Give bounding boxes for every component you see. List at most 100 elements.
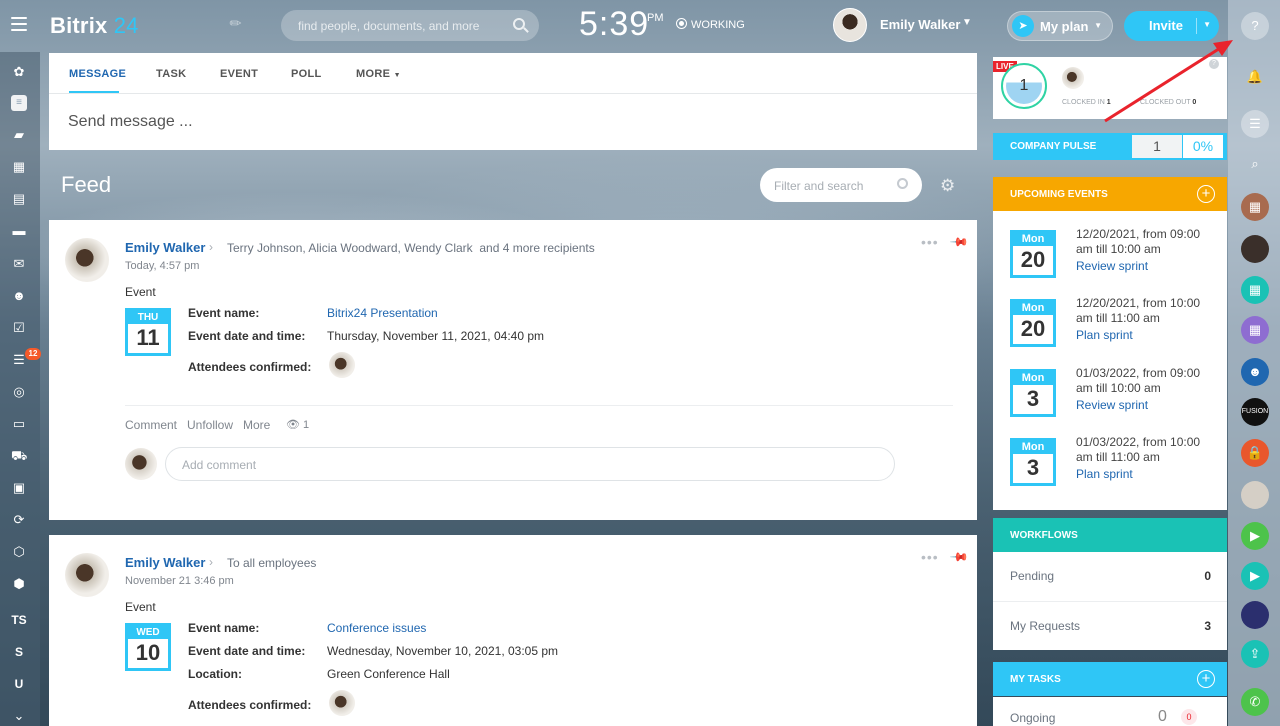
chevron-down-icon: ▼ [1203,20,1211,29]
package-icon[interactable]: ⬢ [11,576,27,592]
sidebar-item-s[interactable]: S [11,644,27,660]
search-icon[interactable] [513,18,525,30]
event-link[interactable]: Review sprint [1076,259,1148,273]
calendar-chat-icon[interactable]: ▦ [1241,316,1269,344]
search-placeholder: find people, documents, and more [298,19,480,33]
box-icon[interactable]: ⬡ [11,544,27,560]
target-icon[interactable]: ◎ [11,384,27,400]
help-icon[interactable]: ? [1241,12,1269,40]
phone-icon[interactable]: ✆ [1241,688,1269,716]
bell-icon[interactable]: 🔔 [1241,63,1269,91]
add-icon[interactable]: + [1197,185,1215,203]
my-tasks-header[interactable]: MY TASKS + [993,662,1227,696]
more-icon[interactable]: ⌄ [11,708,27,724]
post-recipients[interactable]: Terry Johnson, Alicia Woodward, Wendy Cl… [227,241,595,255]
location-label: Location: [188,667,242,681]
add-icon[interactable]: + [1197,670,1215,688]
group-chat-icon[interactable]: ☻ [1241,358,1269,386]
message-input[interactable]: Send message ... [68,113,193,131]
mail-icon[interactable]: ✉ [11,256,27,272]
live-counter: 1 [1001,63,1047,109]
upcoming-events-header[interactable]: UPCOMING EVENTS + [993,177,1227,211]
sites-icon[interactable]: ✿ [11,64,27,80]
logo[interactable]: Bitrix 24 [50,13,139,39]
my-tasks-list[interactable]: Ongoing 0 0 [993,697,1227,726]
post-recipients[interactable]: To all employees [227,556,316,570]
comment-input[interactable]: Add comment [165,447,895,481]
calendar-chat-icon[interactable]: ▦ [1241,193,1269,221]
drive-icon[interactable]: ▬ [11,223,27,239]
workflows-header[interactable]: WORKFLOWS [993,518,1227,552]
more-options-icon[interactable]: ••• [921,234,939,250]
pin-icon[interactable]: 📌 [949,547,969,567]
feed-icon[interactable]: ≡ [11,95,27,111]
event-name-link[interactable]: Conference issues [327,621,426,635]
video-call-icon[interactable]: ▶ [1241,522,1269,550]
tasks-badge: 0 [1181,709,1197,725]
avatar[interactable] [65,238,109,282]
tab-message[interactable]: MESSAGE [69,68,126,80]
groups-icon[interactable]: ☻ [11,288,27,304]
tab-event[interactable]: EVENT [220,68,258,80]
document-icon[interactable]: ▤ [11,191,27,207]
tasks-icon[interactable]: ☑ [11,320,27,336]
post-author[interactable]: Emily Walker [125,555,205,570]
work-status[interactable]: WORKING [676,17,745,31]
pin-icon[interactable]: 📌 [949,232,969,252]
menu-icon[interactable] [11,17,27,31]
event-time: 12/20/2021, from 09:00 am till 10:00 am [1076,227,1201,256]
avatar[interactable] [1241,481,1269,509]
avatar[interactable] [65,553,109,597]
attendee-avatar[interactable] [329,352,355,378]
post-date[interactable]: November 21 3:46 pm [125,575,234,587]
tab-more[interactable]: MORE ▼ [356,68,401,80]
more-button[interactable]: More [243,418,270,432]
attendee-avatar[interactable] [329,690,355,716]
pencil-icon[interactable]: ✎ [226,13,246,33]
gear-icon[interactable]: ⚙ [940,176,955,196]
calendar-icon[interactable]: ▦ [11,159,27,175]
video-call-icon[interactable]: ▶ [1241,562,1269,590]
cart-icon[interactable]: ⛟ [11,448,27,464]
tab-poll[interactable]: POLL [291,68,322,80]
filter-search-input[interactable]: Filter and search [760,168,922,202]
event-date-label: Event date and time: [188,329,306,343]
chat-icon[interactable]: ▰ [11,127,27,143]
contact-card-icon[interactable]: ▣ [11,480,27,496]
avatar[interactable] [833,8,867,42]
post-date[interactable]: Today, 4:57 pm [125,260,199,272]
chevron-down-icon[interactable]: ▼ [962,17,972,28]
sidebar-item-u[interactable]: U [11,676,27,692]
export-icon[interactable]: ⇪ [1241,640,1269,668]
messages-icon[interactable]: ☰ [1241,110,1269,138]
calendar-chat-icon[interactable]: ▦ [1241,276,1269,304]
event-link[interactable]: Plan sprint [1076,467,1133,481]
window-icon[interactable]: ▭ [11,416,27,432]
sync-icon[interactable]: ⟳ [11,512,27,528]
event-name-link[interactable]: Bitrix24 Presentation [327,306,438,320]
upcoming-events-list: Mon 20 12/20/2021, from 09:00 am till 10:0… [993,211,1227,510]
chevron-right-icon: › [209,555,213,569]
event-link[interactable]: Plan sprint [1076,328,1133,342]
group-avatar[interactable] [1241,601,1269,629]
search-input[interactable]: find people, documents, and more [281,10,539,41]
event-link[interactable]: Review sprint [1076,398,1148,412]
unfollow-button[interactable]: Unfollow [187,418,233,432]
avatar[interactable] [1241,235,1269,263]
more-options-icon[interactable]: ••• [921,549,939,565]
views-counter: 👁 1 [286,419,310,431]
post-author[interactable]: Emily Walker [125,240,205,255]
workflow-row-pending[interactable]: Pending 0 [993,552,1227,601]
fusion-logo-icon[interactable]: FUSION [1241,398,1269,426]
search-icon[interactable]: ⌕ [1241,150,1269,178]
comment-button[interactable]: Comment [125,418,177,432]
my-plan-button[interactable]: ➤ My plan ▼ [1007,11,1113,41]
workflow-row-my-requests[interactable]: My Requests 3 [993,602,1227,651]
tab-task[interactable]: TASK [156,68,186,80]
sidebar-item-ts[interactable]: TS [11,612,27,628]
company-pulse[interactable]: COMPANY PULSE 1 0% [993,133,1227,160]
lock-icon[interactable]: 🔒 [1241,439,1269,467]
rocket-icon: ➤ [1012,15,1034,37]
event-date-badge: Mon 3 [1010,369,1056,417]
user-name[interactable]: Emily Walker [880,17,960,32]
